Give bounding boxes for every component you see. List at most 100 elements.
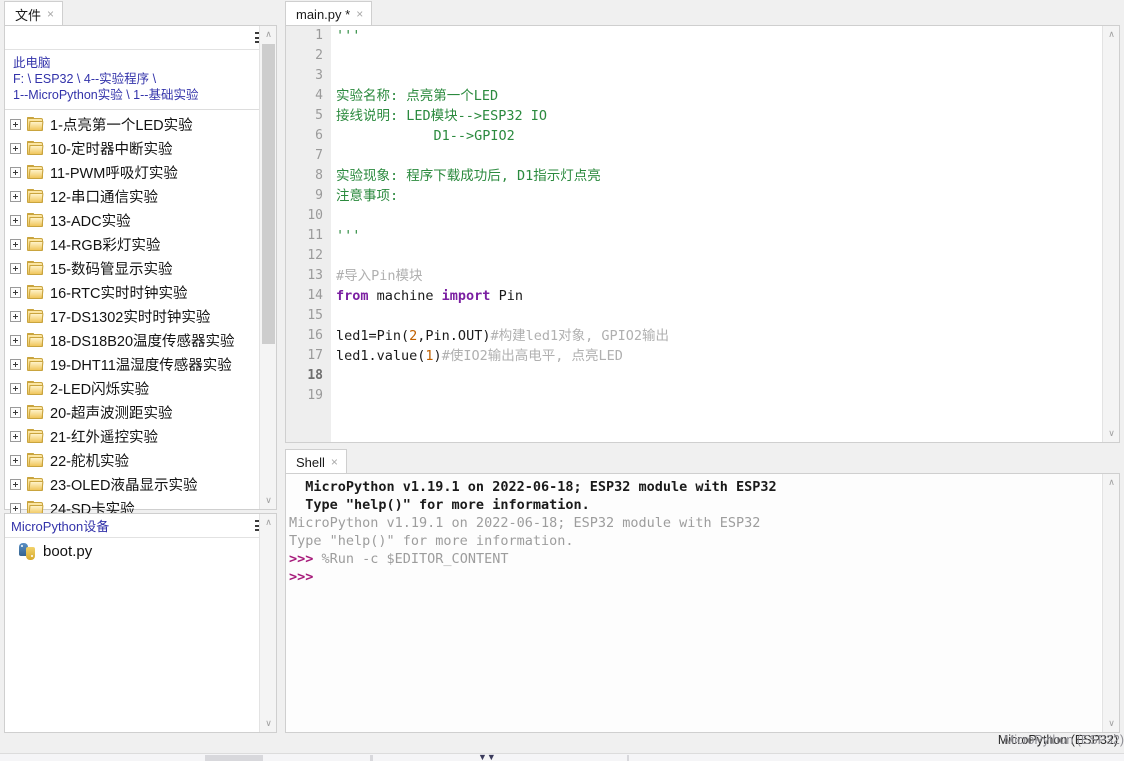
tree-item[interactable]: 19-DHT11温湿度传感器实验 — [5, 352, 276, 376]
device-pane-header: MicroPython设备 — [5, 514, 276, 538]
code-token: ''' — [336, 28, 361, 44]
breadcrumb-line-2[interactable]: 1--MicroPython实验 \ 1--基础实验 — [13, 87, 268, 103]
tree-item[interactable]: 18-DS18B20温度传感器实验 — [5, 328, 276, 352]
folder-icon — [27, 117, 44, 131]
tab-files[interactable]: 文件 × — [4, 1, 64, 27]
tree-item[interactable]: 20-超声波测距实验 — [5, 400, 276, 424]
tree-item[interactable]: 15-数码管显示实验 — [5, 256, 276, 280]
breadcrumb-line-0[interactable]: 此电脑 — [13, 55, 268, 71]
editor-tabstrip: main.py * × — [285, 0, 1120, 27]
tree-item-label: 19-DHT11温湿度传感器实验 — [50, 357, 232, 374]
code-token: D1-->GPIO2 — [336, 128, 515, 144]
breadcrumb-line-1[interactable]: F: \ ESP32 \ 4--实验程序 \ — [13, 71, 268, 87]
expand-plus-icon[interactable] — [10, 214, 21, 226]
scroll-down-icon[interactable]: ∨ — [260, 492, 277, 509]
folder-icon — [27, 429, 44, 443]
folder-icon — [27, 213, 44, 227]
device-panel-title: MicroPython设备 — [11, 519, 110, 534]
code-token: 接线说明: LED模块-->ESP32 IO — [336, 108, 548, 124]
expand-plus-icon[interactable] — [10, 334, 21, 346]
expand-plus-icon[interactable] — [10, 382, 21, 394]
tree-item-label: 11-PWM呼吸灯实验 — [50, 165, 178, 182]
tree-item[interactable]: 22-舵机实验 — [5, 448, 276, 472]
device-file-item[interactable]: boot.py — [5, 538, 276, 564]
scroll-down-icon[interactable]: ∨ — [1103, 425, 1120, 442]
code-line: 接线说明: LED模块-->ESP32 IO — [336, 106, 1101, 126]
line-number: 3 — [315, 68, 323, 83]
shell-prompt-line[interactable]: >>> %Run -c $EDITOR_CONTENT — [289, 550, 1101, 568]
folder-icon — [27, 381, 44, 395]
expand-plus-icon[interactable] — [10, 118, 21, 130]
code-token: machine — [368, 288, 442, 304]
close-icon[interactable]: × — [355, 8, 364, 20]
code-token: #使IO2输出高电平, 点亮LED — [441, 348, 623, 364]
folder-icon — [27, 357, 44, 371]
code-line: from machine import Pin — [336, 286, 1101, 306]
shell-prompt-line[interactable]: >>> — [289, 568, 1101, 586]
expand-plus-icon[interactable] — [10, 262, 21, 274]
scroll-up-icon[interactable]: ∧ — [260, 26, 277, 43]
scroll-up-icon[interactable]: ∧ — [1103, 26, 1120, 43]
scroll-down-icon[interactable]: ∨ — [1103, 715, 1120, 732]
tab-shell[interactable]: Shell × — [285, 449, 347, 475]
code-token: ,Pin.OUT) — [417, 328, 491, 344]
code-token: Pin — [490, 288, 523, 304]
tree-item[interactable]: 17-DS1302实时时钟实验 — [5, 304, 276, 328]
device-panel: MicroPython设备 boot.py ∧ ∨ — [4, 513, 277, 733]
tree-item[interactable]: 11-PWM呼吸灯实验 — [5, 160, 276, 184]
expand-plus-icon[interactable] — [10, 406, 21, 418]
expand-plus-icon[interactable] — [10, 142, 21, 154]
tree-item-label: 18-DS18B20温度传感器实验 — [50, 333, 235, 350]
line-number: 10 — [307, 208, 323, 223]
interpreter-status-ghost: MicroPython (ESP32) — [1003, 733, 1124, 747]
interpreter-status[interactable]: MicroPython (ESP32) MicroPython (ESP32) — [998, 733, 1124, 747]
line-number: 4 — [315, 88, 323, 103]
expand-plus-icon[interactable] — [10, 166, 21, 178]
taskbar-sliver: ▼▼ — [0, 753, 1124, 761]
tab-files-label: 文件 — [15, 7, 42, 23]
expand-plus-icon[interactable] — [10, 238, 21, 250]
expand-plus-icon[interactable] — [10, 454, 21, 466]
tree-item-label: 2-LED闪烁实验 — [50, 381, 150, 398]
expand-plus-icon[interactable] — [10, 358, 21, 370]
tree-item[interactable]: 12-串口通信实验 — [5, 184, 276, 208]
expand-plus-icon[interactable] — [10, 502, 21, 514]
device-scrollbar[interactable]: ∧ ∨ — [259, 514, 276, 732]
expand-plus-icon[interactable] — [10, 310, 21, 322]
scroll-down-icon[interactable]: ∨ — [260, 715, 277, 732]
code-area[interactable]: ''' 实验名称: 点亮第一个LED 接线说明: LED模块-->ESP32 IO… — [331, 26, 1101, 442]
tree-item[interactable]: 16-RTC实时时钟实验 — [5, 280, 276, 304]
tab-main-py[interactable]: main.py * × — [285, 1, 373, 27]
tree-item-label: 12-串口通信实验 — [50, 189, 158, 206]
expand-plus-icon[interactable] — [10, 430, 21, 442]
tree-item[interactable]: 13-ADC实验 — [5, 208, 276, 232]
tree-item[interactable]: 14-RGB彩灯实验 — [5, 232, 276, 256]
files-scrollbar[interactable]: ∧ ∨ — [259, 26, 276, 509]
expand-plus-icon[interactable] — [10, 286, 21, 298]
status-bar: MicroPython (ESP32) MicroPython (ESP32) — [0, 733, 1124, 749]
tree-item-label: 10-定时器中断实验 — [50, 141, 173, 158]
tree-item[interactable]: 23-OLED液晶显示实验 — [5, 472, 276, 496]
tree-item[interactable]: 2-LED闪烁实验 — [5, 376, 276, 400]
folder-icon — [27, 405, 44, 419]
scroll-up-icon[interactable]: ∧ — [1103, 474, 1120, 491]
code-line: ''' — [336, 26, 1101, 46]
scroll-up-icon[interactable]: ∧ — [260, 514, 277, 531]
expand-plus-icon[interactable] — [10, 190, 21, 202]
scrollbar-thumb[interactable] — [262, 44, 275, 344]
close-icon[interactable]: × — [330, 456, 339, 468]
editor-scrollbar[interactable]: ∧ ∨ — [1102, 26, 1119, 442]
code-token: 实验现象: 程序下载成功后, D1指示灯点亮 — [336, 168, 601, 184]
tree-item[interactable]: 10-定时器中断实验 — [5, 136, 276, 160]
tree-item[interactable]: 21-红外遥控实验 — [5, 424, 276, 448]
tree-item[interactable]: 1-点亮第一个LED实验 — [5, 112, 276, 136]
close-icon[interactable]: × — [46, 8, 55, 20]
expand-plus-icon[interactable] — [10, 478, 21, 490]
shell-scrollbar[interactable]: ∧ ∨ — [1102, 474, 1119, 732]
code-line: 实验名称: 点亮第一个LED — [336, 86, 1101, 106]
shell-output[interactable]: MicroPython v1.19.1 on 2022-06-18; ESP32… — [286, 474, 1101, 732]
